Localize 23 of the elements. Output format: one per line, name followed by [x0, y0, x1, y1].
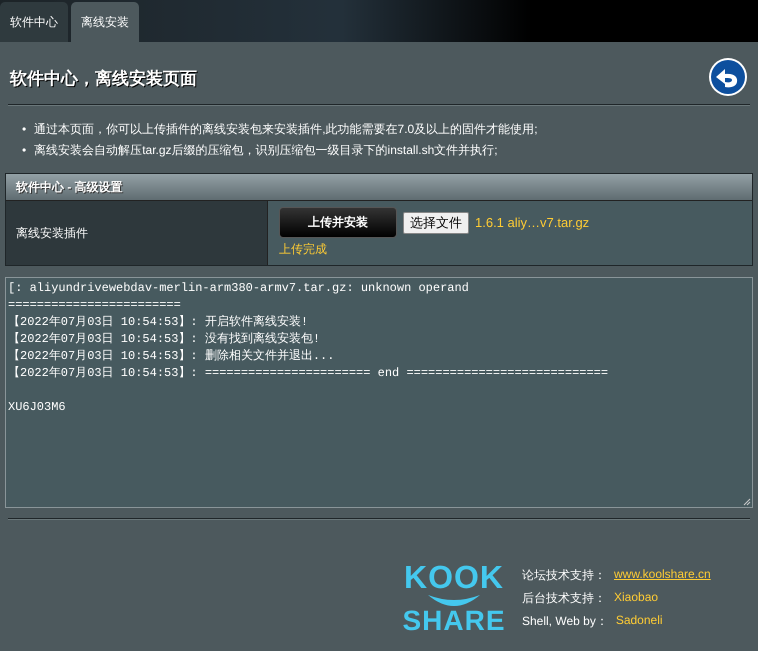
- credit-label: Shell, Web by：: [522, 613, 608, 630]
- log-textarea[interactable]: [: aliyundrivewebdav-merlin-arm380-armv7.tar.gz: unknown operand ======================== 【2022年07月03日 10:54:53】: 开启软件离线安装! 【2022年07月03日 10:54:53】: 没有找到离线安装包! 【2022年07月03日 10:54:53】: 删除相关文件并退出... 【2022年07月03日 10:54:53】: ======================= end ============================ XU6J03M6: [5, 277, 753, 508]
- credit-name: Sadoneli: [616, 613, 663, 629]
- resize-grip-icon[interactable]: [742, 497, 751, 506]
- setting-label: 离线安装插件: [16, 224, 88, 242]
- forum-link[interactable]: www.koolshare.cn: [614, 567, 711, 584]
- note-text: 通过本页面，你可以上传插件的离线安装包来安装插件,此功能需要在7.0及以上的固件才能使用;: [34, 121, 538, 138]
- credit-name: Xiaobao: [614, 590, 658, 606]
- section-header: 软件中心 - 高级设置: [6, 174, 752, 200]
- credit-label: 后台技术支持：: [522, 590, 606, 607]
- back-icon[interactable]: [708, 57, 748, 97]
- credit-label: 论坛技术支持：: [522, 567, 606, 584]
- page-title: 软件中心，离线安装页面: [10, 68, 197, 90]
- bullet: •: [22, 142, 26, 159]
- tab[interactable]: 软件中心: [0, 2, 68, 42]
- note-text: 离线安装会自动解压tar.gz后缀的压缩包，识别压缩包一级目录下的install.sh文件并执行;: [34, 142, 498, 159]
- upload-install-button[interactable]: 上传并安装: [279, 207, 397, 238]
- tab[interactable]: 离线安装: [71, 2, 139, 42]
- upload-status: 上传完成: [279, 241, 327, 258]
- file-name: 1.6.1 aliy…v7.tar.gz: [475, 215, 590, 230]
- logo: KOOK SHARE: [404, 561, 504, 635]
- choose-file-button[interactable]: 选择文件: [403, 212, 469, 234]
- bullet: •: [22, 121, 26, 138]
